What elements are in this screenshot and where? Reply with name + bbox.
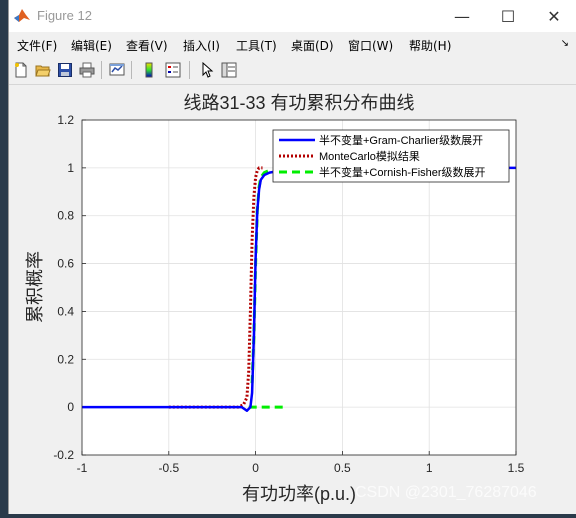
legend-icon[interactable]: [163, 60, 183, 80]
y-tick-label: 0.2: [57, 352, 74, 366]
y-tick-label: 0.8: [57, 209, 74, 223]
menu-bar: 文件(F) 编辑(E) 查看(V) 插入(I) 工具(T) 桌面(D) 窗口(W…: [9, 32, 576, 56]
window-title: Figure 12: [37, 8, 92, 23]
figure-window: Figure 12 — ☐ ✕ 文件(F) 编辑(E) 查看(V) 插入(I) …: [8, 0, 576, 514]
y-tick-label: 0.4: [57, 304, 74, 318]
menu-file[interactable]: 文件(F): [17, 37, 57, 54]
legend[interactable]: 半不变量+Gram-Charlier级数展开 MonteCarlo模拟结果半不变量…: [272, 129, 510, 183]
dock-arrow-icon[interactable]: ↘: [561, 38, 569, 49]
legend-entry-1: MonteCarlo模拟结果: [319, 149, 420, 163]
y-tick-label: 0: [67, 400, 74, 414]
colorbar-icon[interactable]: [139, 60, 159, 80]
x-tick-labels: -1 -0.5 0 0.5 1 1.5: [77, 461, 525, 475]
x-axis-label: 有功功率(p.u.): [242, 484, 356, 504]
y-tick-label: 1: [67, 161, 74, 175]
menu-tools[interactable]: 工具(T): [236, 37, 277, 54]
figure-toolbar: [9, 56, 576, 85]
x-tick-label: 1: [426, 461, 433, 475]
x-tick-label: -1: [77, 461, 88, 475]
title-bar[interactable]: Figure 12 — ☐ ✕: [9, 0, 576, 32]
toolbar-separator: [189, 61, 190, 79]
menu-insert[interactable]: 插入(I): [183, 37, 220, 54]
x-tick-label: 0.5: [334, 461, 351, 475]
save-icon[interactable]: [55, 60, 75, 80]
menu-view[interactable]: 查看(V): [126, 37, 168, 54]
csdn-watermark: CSDN @2301_76287046: [355, 484, 537, 501]
y-tick-label: -0.2: [53, 448, 74, 462]
menu-help[interactable]: 帮助(H): [409, 37, 451, 54]
x-tick-label: 1.5: [508, 461, 525, 475]
legend-entry-0: 半不变量+Gram-Charlier级数展开: [319, 133, 483, 147]
edit-plot-arrow-icon[interactable]: [197, 60, 217, 80]
menu-edit[interactable]: 编辑(E): [71, 37, 112, 54]
open-file-icon[interactable]: [33, 60, 53, 80]
link-plot-icon[interactable]: [107, 60, 127, 80]
menu-window[interactable]: 窗口(W): [348, 37, 393, 54]
menu-desktop[interactable]: 桌面(D): [291, 37, 334, 54]
matlab-logo-icon: [13, 6, 31, 24]
y-axis-label: 累积概率: [25, 251, 45, 323]
legend-entry-2: 半不变量+Cornish-Fisher级数展开: [319, 165, 486, 179]
y-tick-labels: -0.2 0 0.2 0.4 0.6 0.8 1 1.2: [53, 113, 74, 462]
property-inspector-icon[interactable]: [219, 60, 239, 80]
toolbar-separator: [101, 61, 102, 79]
close-button[interactable]: ✕: [531, 0, 576, 32]
figure-area: 线路31-33 有功累积分布曲线 -0.2 0 0.2 0.4 0.6 0.8 1 1.2 -…: [9, 85, 576, 514]
plot-canvas[interactable]: 线路31-33 有功累积分布曲线 -0.2 0 0.2 0.4 0.6 0.8 1 1.2 -…: [9, 85, 576, 514]
toolbar-separator: [131, 61, 132, 79]
y-tick-label: 1.2: [57, 113, 74, 127]
print-icon[interactable]: [77, 60, 97, 80]
x-tick-label: -0.5: [158, 461, 179, 475]
y-tick-label: 0.6: [57, 257, 74, 271]
new-figure-icon[interactable]: [11, 60, 31, 80]
x-tick-label: 0: [252, 461, 259, 475]
maximize-button[interactable]: ☐: [485, 0, 531, 32]
chart-title: 线路31-33 有功累积分布曲线: [183, 93, 414, 113]
minimize-button[interactable]: —: [439, 0, 485, 32]
